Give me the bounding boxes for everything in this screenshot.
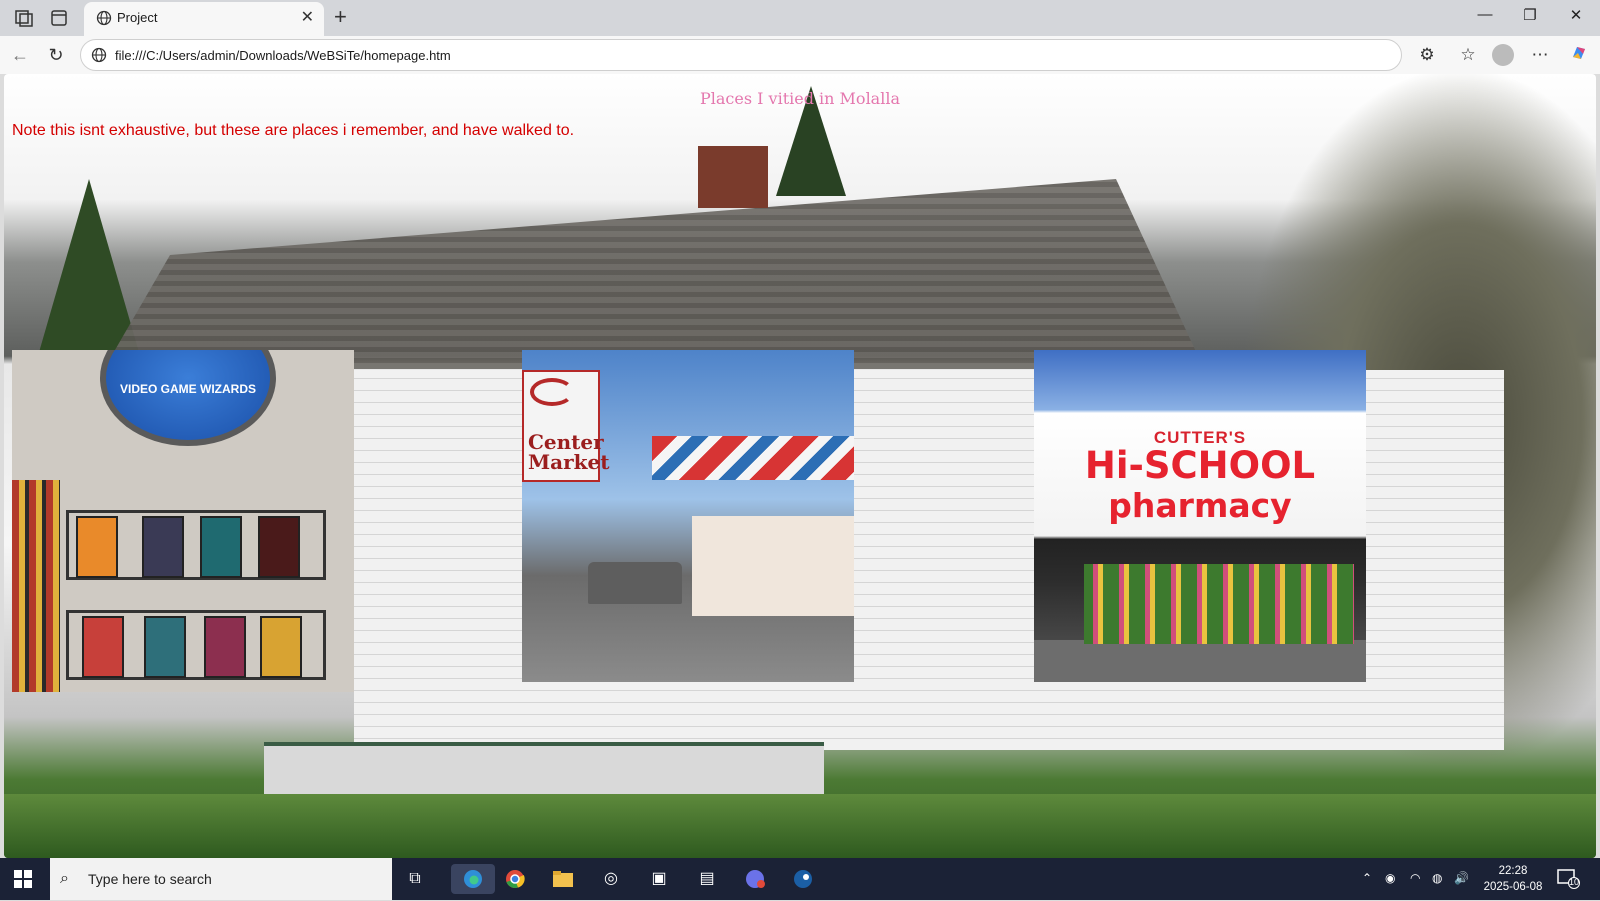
file-explorer-icon[interactable] <box>548 864 578 894</box>
minimize-icon[interactable]: — <box>1474 6 1496 23</box>
notification-count: 10 <box>1569 877 1580 887</box>
address-bar[interactable]: file:///C:/Users/admin/Downloads/WeBSiTe… <box>80 39 1402 71</box>
game-box <box>200 516 242 578</box>
game-box <box>142 516 184 578</box>
game-box <box>82 616 124 678</box>
show-hidden-icons[interactable]: ⌃ <box>1362 871 1372 885</box>
page-viewport: Places I vitied in Molalla Note this isn… <box>4 74 1596 858</box>
game-box <box>144 616 186 678</box>
gas-station-canopy <box>652 436 854 480</box>
center-market-sign-text: Center Market <box>528 430 610 474</box>
profile-avatar[interactable] <box>1492 44 1514 66</box>
page-heading: Places I vitied in Molalla <box>699 89 900 108</box>
refresh-icon[interactable]: ↻ <box>44 43 68 67</box>
new-tab-button[interactable]: + <box>334 4 347 30</box>
background-chimney <box>698 146 768 208</box>
workspaces-icon[interactable] <box>13 7 35 29</box>
favorites-icon[interactable]: ☆ <box>1456 43 1480 67</box>
vertical-tabs-icon[interactable] <box>48 7 70 29</box>
more-options-icon[interactable]: ⋯ <box>1528 43 1552 67</box>
background-porch <box>264 742 824 802</box>
discord-tray-icon[interactable]: ◍ <box>1432 871 1442 885</box>
photo-video-game-wizards: VIDEO GAME WIZARDS <box>12 350 354 692</box>
flower-display <box>1084 564 1354 644</box>
taskbar-search-box[interactable]: ⌕ Type here to search <box>50 858 392 900</box>
navigation-bar: ← ↻ file:///C:/Users/admin/Downloads/WeB… <box>0 36 1600 74</box>
terminal-icon[interactable]: ▤ <box>692 864 722 894</box>
page-note: Note this isnt exhaustive, but these are… <box>12 122 575 139</box>
vgw-sign-text: VIDEO GAME WIZARDS <box>119 382 256 396</box>
site-info-icon[interactable] <box>91 47 107 68</box>
center-market-logo <box>530 378 574 406</box>
volume-icon[interactable]: 🔊 <box>1454 871 1469 885</box>
search-icon: ⌕ <box>60 870 69 887</box>
tab-title: Project <box>117 10 158 25</box>
game-box <box>258 516 300 578</box>
background-roof <box>104 179 1204 369</box>
pharmacy-sign-line3: pharmacy <box>1108 486 1292 525</box>
close-window-icon[interactable]: ✕ <box>1565 6 1587 24</box>
game-box <box>76 516 118 578</box>
clock-time: 22:28 <box>1498 865 1528 877</box>
wifi-icon[interactable]: ◠ <box>1410 871 1420 885</box>
tab-strip: Project ✕ + — ❐ ✕ <box>0 0 1600 36</box>
steam-tray-icon[interactable]: ◉ <box>1385 871 1395 885</box>
windows-start-icon[interactable] <box>14 870 32 893</box>
chrome-icon[interactable] <box>500 864 530 894</box>
notification-center-icon[interactable]: 10 <box>1556 867 1580 892</box>
center-market-sign: Center Market <box>522 370 609 482</box>
back-arrow-icon[interactable]: ← <box>8 43 32 67</box>
game-cases-shelf <box>12 480 60 692</box>
background-lawn <box>4 794 1596 858</box>
game-box <box>204 616 246 678</box>
parking-lot <box>1034 640 1366 682</box>
store-building <box>692 516 854 616</box>
game-box <box>260 616 302 678</box>
clock[interactable]: 22:28 2025-06-08 <box>1478 863 1548 895</box>
app-window-icon[interactable]: ▣ <box>644 864 674 894</box>
obs-icon[interactable]: ◎ <box>596 864 626 894</box>
discord-app-icon[interactable] <box>740 864 770 894</box>
restore-icon[interactable]: ❐ <box>1519 6 1541 24</box>
search-placeholder: Type here to search <box>88 871 212 887</box>
url-text[interactable]: file:///C:/Users/admin/Downloads/WeBSiTe… <box>115 48 451 63</box>
extensions-icon[interactable]: ⚙ <box>1415 43 1439 67</box>
edge-browser-icon[interactable] <box>451 864 495 894</box>
task-view-icon[interactable]: ⧉ <box>400 864 430 894</box>
clock-date: 2025-06-08 <box>1483 881 1543 893</box>
photo-hi-school-pharmacy: CUTTER'S Hi-SCHOOL pharmacy <box>1034 350 1366 682</box>
photo-center-market: Center Market <box>522 350 854 682</box>
taskbar: ⌕ Type here to search ⧉ ◎ ▣ ▤ ⌃ ◉ ◠ ◍ 🔊 … <box>0 858 1600 900</box>
steam-icon[interactable] <box>788 864 818 894</box>
parked-truck <box>588 562 682 604</box>
tab-project[interactable]: Project ✕ <box>84 2 324 36</box>
vgw-sign: VIDEO GAME WIZARDS <box>100 350 276 446</box>
close-tab-icon[interactable]: ✕ <box>301 7 314 27</box>
pharmacy-sign-line2: Hi-SCHOOL <box>1084 444 1316 487</box>
copilot-icon[interactable] <box>1567 43 1591 67</box>
globe-icon <box>96 10 112 31</box>
